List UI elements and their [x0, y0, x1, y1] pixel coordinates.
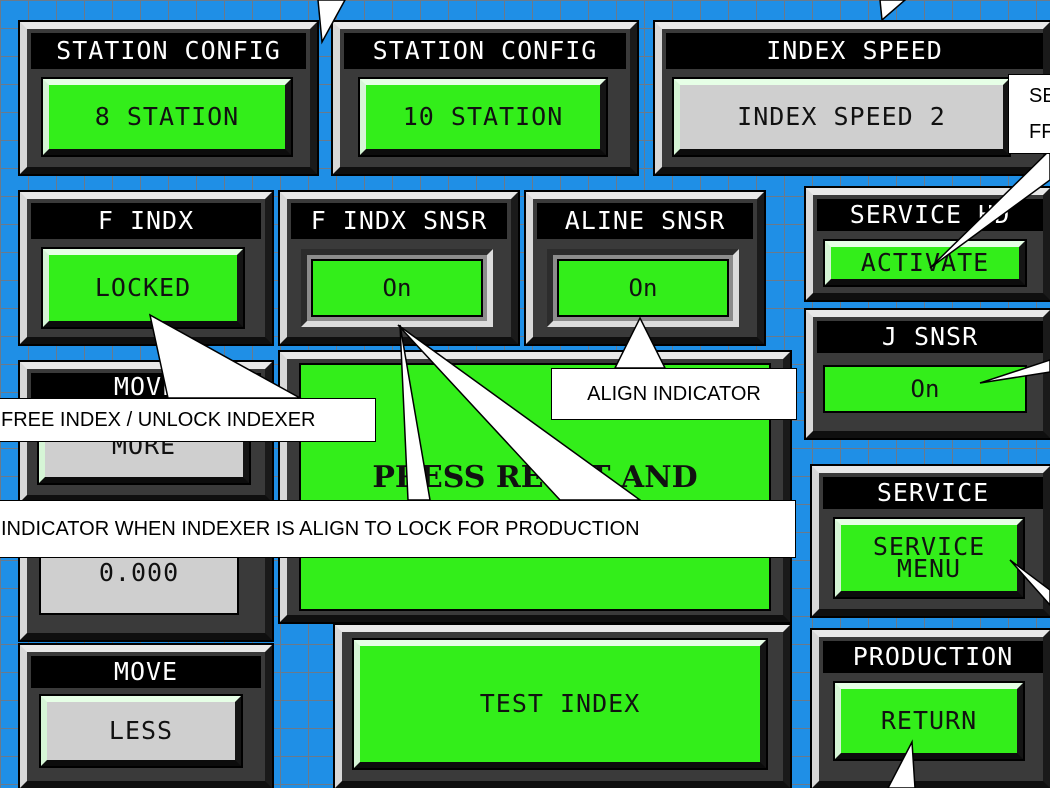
- callout-align-indicator: ALIGN INDICATOR: [551, 368, 797, 420]
- callout-align-indicator-text: ALIGN INDICATOR: [587, 382, 761, 405]
- leader-service-hd: [929, 148, 1050, 269]
- callout-free-index-text: FREE INDEX / UNLOCK INDEXER: [1, 408, 316, 431]
- callout-leaders: [148, 0, 1050, 788]
- leader-top-left: [317, 0, 346, 45]
- callout-indexer-aligned-text: INDICATOR WHEN INDEXER IS ALIGN TO LOCK …: [1, 517, 640, 540]
- callout-service-partial: SE FF: [1008, 74, 1050, 154]
- leader-align-indicator: [613, 316, 667, 369]
- callout-service-partial-line2: FF: [1029, 121, 1050, 143]
- leader-free-index: [148, 313, 303, 399]
- callout-free-index: FREE INDEX / UNLOCK INDEXER: [0, 398, 376, 442]
- callout-indexer-aligned: INDICATOR WHEN INDEXER IS ALIGN TO LOCK …: [0, 500, 796, 558]
- leader-top-right: [879, 0, 907, 22]
- leader-service-menu: [1009, 559, 1050, 607]
- callout-service-partial-line1: SE: [1029, 85, 1050, 107]
- leader-production: [887, 739, 916, 788]
- leader-j-sensor: [979, 359, 1050, 384]
